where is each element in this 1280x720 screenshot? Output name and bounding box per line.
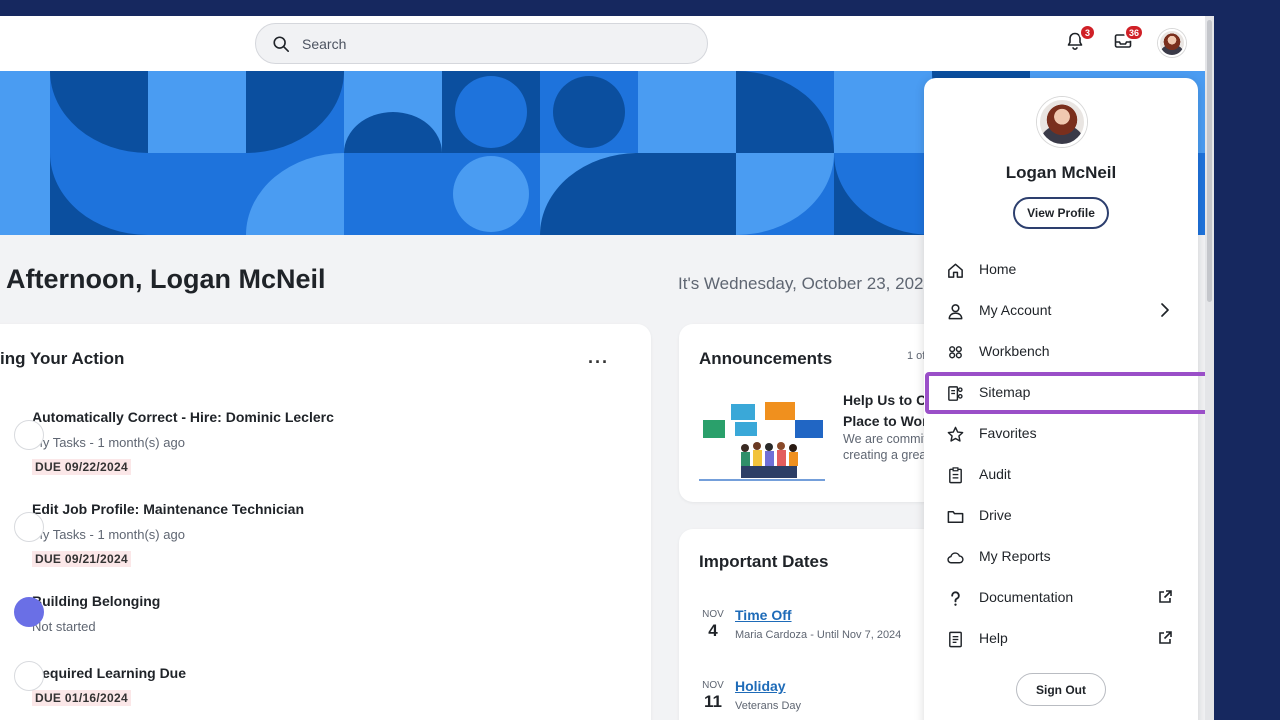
- task-subtitle: My Tasks - 1 month(s) ago: [32, 527, 185, 542]
- profile-menu-avatar: [1037, 97, 1087, 147]
- group-icon: [945, 342, 965, 362]
- search-icon: [273, 35, 290, 52]
- greeting-heading: Afternoon, Logan McNeil: [6, 264, 326, 294]
- date-day: 4: [708, 621, 718, 640]
- announcement-title-line[interactable]: Help Us to Cr: [843, 390, 935, 411]
- announcement-body-line: We are commit: [843, 432, 927, 446]
- task-due-badge: DUE 01/16/2024: [32, 690, 131, 706]
- search-input[interactable]: Search: [302, 36, 346, 52]
- date-event-link[interactable]: Holiday: [735, 678, 786, 694]
- profile-name: Logan McNeil: [1005, 163, 1117, 182]
- star-icon: [945, 424, 965, 444]
- menu-item-label: My Account: [979, 302, 1052, 318]
- task-subtitle: Not started: [32, 619, 96, 634]
- view-profile-button[interactable]: View Profile: [1013, 197, 1109, 229]
- announcement-illustration: [699, 402, 825, 481]
- sitemap-highlight-box: [925, 372, 1214, 414]
- menu-item-label: Audit: [979, 466, 1011, 482]
- clipboard-icon: [945, 465, 965, 485]
- date-month: NOV: [702, 680, 724, 691]
- cloud-icon: [945, 547, 965, 567]
- date-event-detail: Maria Cardoza - Until Nov 7, 2024: [735, 629, 902, 641]
- announcements-pager: 1 of: [907, 350, 926, 362]
- menu-item-label: My Reports: [979, 548, 1051, 564]
- home-icon: [945, 260, 965, 280]
- workday-app: Search 3 36 Afternoon, Logan McNeil It's…: [0, 16, 1214, 720]
- scrollbar-thumb[interactable]: [1207, 20, 1212, 302]
- menu-item-label: Help: [979, 630, 1008, 646]
- menu-item-label: Favorites: [979, 425, 1037, 441]
- menu-item-label: Documentation: [979, 589, 1074, 605]
- task-icon: [14, 597, 44, 627]
- task-icon: [14, 512, 44, 542]
- task-item[interactable]: Edit Job Profile: Maintenance Technician…: [14, 501, 304, 568]
- question-icon: [945, 588, 965, 608]
- announcements-title: Announcements: [699, 349, 833, 368]
- task-due-badge: DUE 09/22/2024: [32, 459, 131, 475]
- chevron-right-icon: [1161, 303, 1169, 317]
- task-due-badge: DUE 09/21/2024: [32, 551, 131, 567]
- task-title[interactable]: Building Belonging: [32, 593, 160, 609]
- task-title[interactable]: Automatically Correct - Hire: Dominic Le…: [32, 409, 334, 425]
- notifications-button[interactable]: 3: [1062, 24, 1096, 54]
- task-icon: [14, 661, 44, 691]
- task-title[interactable]: Edit Job Profile: Maintenance Technician: [32, 501, 304, 517]
- menu-item-workbench[interactable]: Workbench: [924, 332, 1198, 370]
- announcement-title[interactable]: Help Us to Cr Place to Work: [843, 390, 935, 432]
- menu-item-audit[interactable]: Audit: [924, 455, 1198, 493]
- announcement-body-line: creating a grea: [843, 448, 927, 462]
- awaiting-action-title: ing Your Action: [0, 349, 125, 368]
- menu-item-drive[interactable]: Drive: [924, 496, 1198, 534]
- document-icon: [945, 629, 965, 649]
- menu-item-label: Workbench: [979, 343, 1050, 359]
- notifications-badge: 3: [1079, 24, 1096, 41]
- important-dates-title: Important Dates: [699, 552, 829, 571]
- date-day: 11: [704, 692, 722, 711]
- external-link-icon: [1159, 590, 1172, 603]
- folder-icon: [945, 506, 965, 526]
- task-icon: [14, 420, 44, 450]
- search-bar[interactable]: Search: [255, 23, 708, 64]
- menu-item-help[interactable]: Help: [924, 619, 1198, 657]
- sign-out-button[interactable]: Sign Out: [1016, 673, 1106, 706]
- menu-item-label: Drive: [979, 507, 1012, 523]
- date-event-detail: Veterans Day: [735, 700, 802, 712]
- task-item[interactable]: Automatically Correct - Hire: Dominic Le…: [14, 409, 334, 476]
- page-scrollbar[interactable]: [1205, 16, 1214, 720]
- announcement-title-line[interactable]: Place to Work: [843, 411, 935, 432]
- awaiting-action-card: ing Your Action ··· Automatically Correc…: [0, 324, 651, 720]
- menu-item-favorites[interactable]: Favorites: [924, 414, 1198, 452]
- user-icon: [945, 301, 965, 321]
- announcement-body: We are commit creating a grea: [843, 431, 927, 463]
- more-options-button[interactable]: ···: [588, 352, 609, 373]
- top-bar: Search 3 36: [0, 16, 1205, 71]
- menu-item-my-reports[interactable]: My Reports: [924, 537, 1198, 575]
- task-title[interactable]: Required Learning Due: [32, 665, 186, 681]
- task-item[interactable]: Building Belonging Not started: [14, 593, 160, 634]
- inbox-badge: 36: [1123, 24, 1144, 41]
- task-item[interactable]: Required Learning Due DUE 01/16/2024: [14, 661, 186, 707]
- inbox-button[interactable]: 36: [1110, 24, 1144, 54]
- current-date: It's Wednesday, October 23, 2024: [678, 274, 933, 293]
- menu-item-documentation[interactable]: Documentation: [924, 578, 1198, 616]
- menu-item-my-account[interactable]: My Account: [924, 291, 1198, 329]
- external-link-icon: [1159, 631, 1172, 644]
- task-subtitle: My Tasks - 1 month(s) ago: [32, 435, 185, 450]
- date-event-link[interactable]: Time Off: [735, 607, 792, 623]
- date-month: NOV: [702, 609, 724, 620]
- profile-avatar-button[interactable]: [1158, 29, 1186, 57]
- menu-item-label: Home: [979, 261, 1017, 277]
- menu-item-home[interactable]: Home: [924, 250, 1198, 288]
